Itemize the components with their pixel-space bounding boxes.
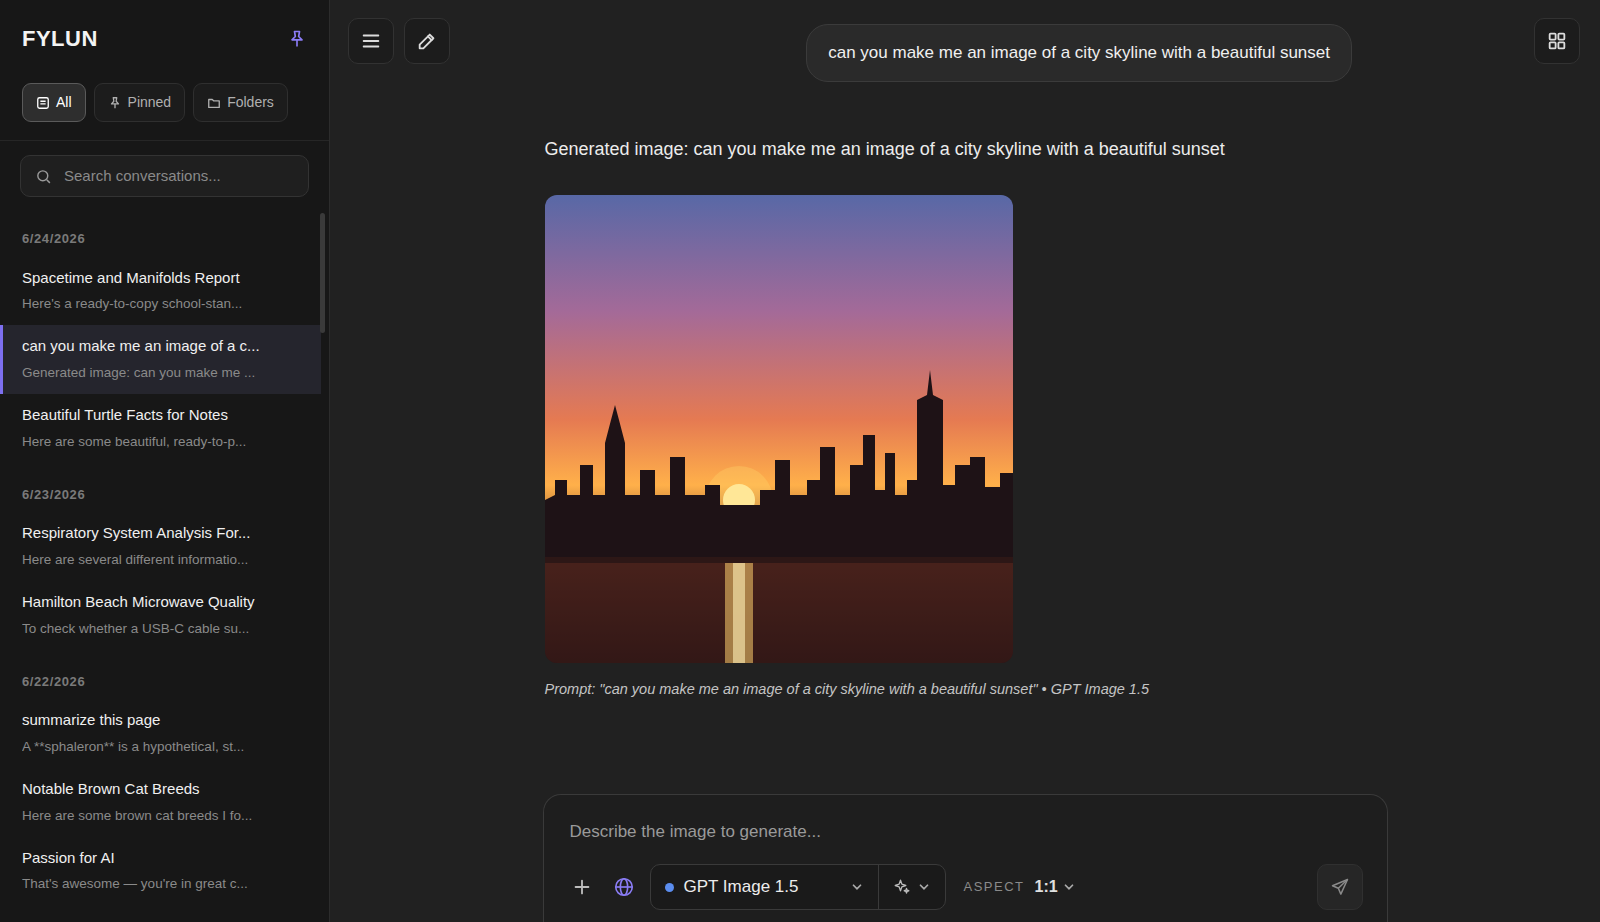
- conversation-preview: Here are several different informatio...: [22, 550, 299, 570]
- search-area: [0, 141, 329, 211]
- conversation-preview: Here's a ready-to-copy school-stan...: [22, 294, 299, 314]
- filter-tabs: All Pinned Folders: [22, 83, 307, 122]
- pencil-icon: [416, 30, 438, 52]
- grid-icon: [1546, 30, 1568, 52]
- conversation-title: Beautiful Turtle Facts for Notes: [22, 404, 299, 427]
- logo: FYLUN: [22, 22, 98, 55]
- conversation-list: 6/24/2026 Spacetime and Manifolds Report H…: [0, 211, 329, 922]
- send-button[interactable]: [1317, 864, 1363, 910]
- conversation-preview: That's awesome — you're in great c...: [22, 874, 299, 894]
- model-selector: GPT Image 1.5: [650, 864, 946, 910]
- chevron-down-icon: [850, 880, 864, 894]
- conversation-title: summarize this page: [22, 709, 299, 732]
- conversation-title: Respiratory System Analysis For...: [22, 522, 299, 545]
- date-header: 6/22/2026: [0, 650, 329, 700]
- filter-label: Folders: [227, 92, 274, 113]
- send-icon: [1330, 877, 1350, 897]
- attach-button[interactable]: [566, 871, 598, 903]
- conversation-item[interactable]: Notable Brown Cat Breeds Here are some br…: [0, 768, 321, 837]
- model-name: GPT Image 1.5: [684, 874, 840, 900]
- sparkle-icon: [893, 878, 911, 896]
- menu-icon: [360, 30, 382, 52]
- sidebar: FYLUN All Pinned Folders: [0, 0, 330, 922]
- conversation-item[interactable]: Hamilton Beach Microwave Quality To check…: [0, 581, 321, 650]
- conversation-item[interactable]: summarize this page A **sphaleron** is a …: [0, 699, 321, 768]
- conversation-item[interactable]: Spacetime and Manifolds Report Here's a r…: [0, 257, 321, 326]
- conversation-title: Hamilton Beach Microwave Quality: [22, 591, 299, 614]
- skyline-image: [545, 195, 1013, 663]
- conversation-item[interactable]: Passion for AI That's awesome — you're in…: [0, 837, 321, 906]
- conversation-item[interactable]: can you make me an image of a c... Genera…: [0, 325, 321, 394]
- image-caption: Prompt: "can you make me an image of a c…: [545, 679, 1386, 701]
- composer: GPT Image 1.5 ASPECT 1:1: [543, 794, 1388, 922]
- sidebar-header: FYLUN All Pinned Folders: [0, 0, 329, 141]
- search-field[interactable]: [20, 155, 309, 197]
- chat-area: can you make me an image of a city skyli…: [330, 0, 1600, 922]
- aspect-value: 1:1: [1035, 875, 1058, 899]
- pin-icon: [108, 96, 122, 110]
- aspect-label: ASPECT: [964, 877, 1025, 897]
- filter-label: All: [56, 92, 72, 113]
- conversation-title: Notable Brown Cat Breeds: [22, 778, 299, 801]
- style-dropdown[interactable]: [879, 865, 945, 909]
- conversation-preview: Generated image: can you make me ...: [22, 363, 299, 383]
- folder-icon: [207, 96, 221, 110]
- model-dot: [665, 883, 674, 892]
- filter-all[interactable]: All: [22, 83, 86, 122]
- search-input[interactable]: [62, 164, 294, 189]
- assistant-message: Generated image: can you make me an imag…: [543, 82, 1388, 701]
- composer-toolbar: GPT Image 1.5 ASPECT 1:1: [566, 864, 1363, 910]
- conversation-item[interactable]: Beautiful Turtle Facts for Notes Here are…: [0, 394, 321, 463]
- conversation-title: Passion for AI: [22, 847, 299, 870]
- menu-button[interactable]: [348, 18, 394, 64]
- search-icon: [35, 168, 52, 185]
- reply-text: Generated image: can you make me an imag…: [545, 136, 1386, 163]
- conversation-title: can you make me an image of a c...: [22, 335, 299, 358]
- chevron-down-icon: [1062, 880, 1076, 894]
- conversation-preview: Here are some beautiful, ready-to-p...: [22, 432, 299, 452]
- filter-label: Pinned: [128, 92, 172, 113]
- prompt-input[interactable]: [566, 819, 1363, 845]
- chevron-down-icon: [917, 880, 931, 894]
- date-header: 6/24/2026: [0, 211, 329, 257]
- conversation-preview: Here are some brown cat breeds I fo...: [22, 806, 299, 826]
- pin-icon[interactable]: [287, 29, 307, 49]
- apps-button[interactable]: [1534, 18, 1580, 64]
- model-dropdown[interactable]: GPT Image 1.5: [651, 865, 879, 909]
- date-header: 6/23/2026: [0, 463, 329, 513]
- filter-pinned[interactable]: Pinned: [94, 83, 186, 122]
- conversation-item[interactable]: Respiratory System Analysis For... Here a…: [0, 512, 321, 581]
- web-button[interactable]: [608, 871, 640, 903]
- list-icon: [36, 96, 50, 110]
- user-message: can you make me an image of a city skyli…: [806, 24, 1352, 82]
- conversation-preview: To check whether a USB-C cable su...: [22, 619, 299, 639]
- generated-image[interactable]: [545, 195, 1013, 663]
- globe-icon: [613, 876, 635, 898]
- conversation-preview: A **sphaleron** is a hypothetical, st...: [22, 737, 299, 757]
- scrollbar[interactable]: [320, 213, 325, 333]
- aspect-dropdown[interactable]: 1:1: [1035, 875, 1076, 899]
- new-chat-button[interactable]: [404, 18, 450, 64]
- plus-icon: [571, 876, 593, 898]
- app-window: FYLUN All Pinned Folders: [0, 0, 1600, 922]
- top-bar: can you make me an image of a city skyli…: [330, 0, 1600, 82]
- conversation-title: Spacetime and Manifolds Report: [22, 267, 299, 290]
- user-message-row: can you make me an image of a city skyli…: [460, 18, 1524, 82]
- filter-folders[interactable]: Folders: [193, 83, 288, 122]
